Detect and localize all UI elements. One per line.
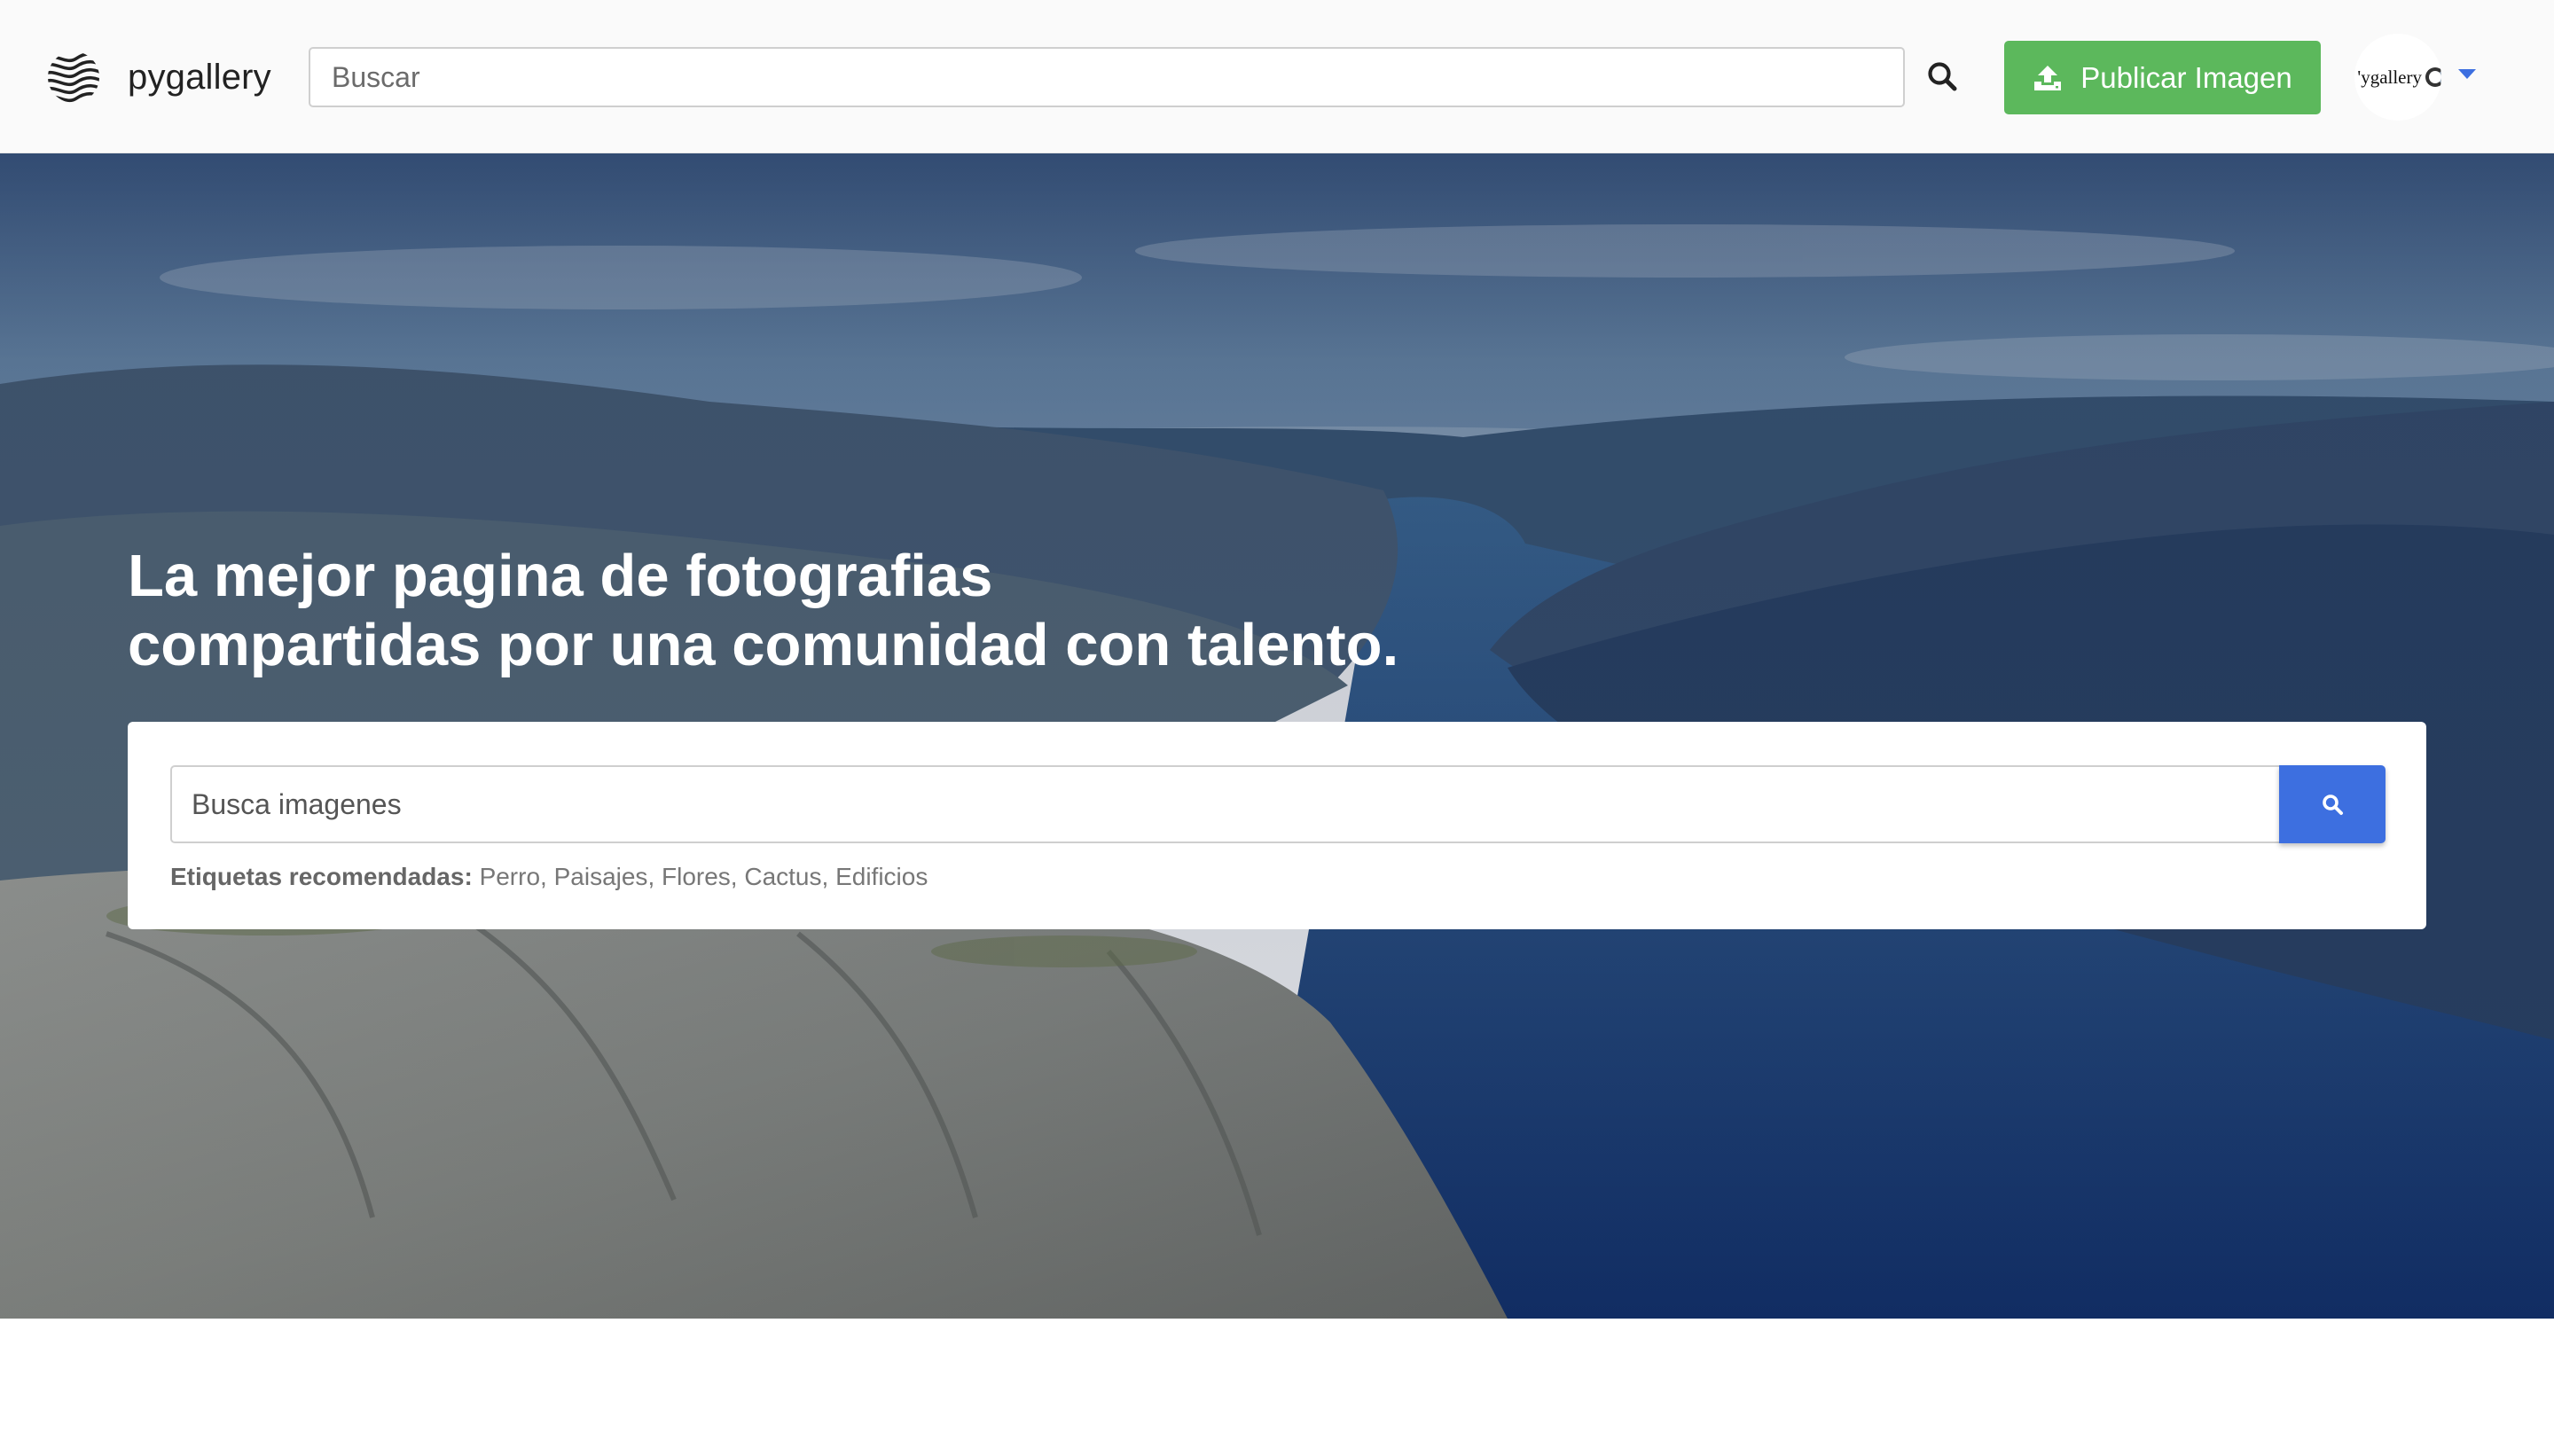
hero-title-line-2: compartidas por una comunidad con talent… — [128, 612, 1399, 678]
tag-flores[interactable]: Flores — [662, 863, 731, 890]
wave-lines-icon — [48, 51, 99, 103]
image-search-button[interactable] — [2279, 765, 2386, 843]
upload-icon — [2034, 65, 2062, 90]
navbar: pygallery Publicar Imagen 'ygallery — [0, 0, 2554, 153]
brand-name: pygallery — [128, 57, 271, 97]
search-icon — [2323, 795, 2343, 815]
nav-search-input[interactable] — [309, 47, 1905, 107]
hero-section: La mejor pagina de fotografias compartid… — [0, 153, 2554, 1319]
search-card: Etiquetas recomendadas: Perro, Paisajes,… — [128, 722, 2426, 929]
brand-link[interactable]: pygallery — [46, 50, 271, 105]
tag-edificios[interactable]: Edificios — [835, 863, 928, 890]
avatar-logo-icon — [2425, 67, 2441, 87]
search-icon[interactable] — [1926, 60, 1958, 92]
tag-cactus[interactable]: Cactus — [744, 863, 821, 890]
avatar-text: 'ygallery — [2357, 66, 2422, 88]
caret-down-icon[interactable] — [2458, 69, 2476, 79]
image-search-input[interactable] — [170, 765, 2279, 843]
hero-title-line-1: La mejor pagina de fotografias — [128, 543, 993, 609]
hero-title: La mejor pagina de fotografias compartid… — [128, 542, 1635, 680]
tag-paisajes[interactable]: Paisajes — [554, 863, 648, 890]
recommended-tags-label: Etiquetas recomendadas: — [170, 863, 473, 890]
publish-image-label: Publicar Imagen — [2080, 60, 2292, 94]
publish-image-button[interactable]: Publicar Imagen — [2004, 41, 2321, 114]
recommended-tags: Etiquetas recomendadas: Perro, Paisajes,… — [170, 863, 928, 890]
avatar[interactable]: 'ygallery — [2354, 34, 2441, 121]
tag-perro[interactable]: Perro — [480, 863, 540, 890]
